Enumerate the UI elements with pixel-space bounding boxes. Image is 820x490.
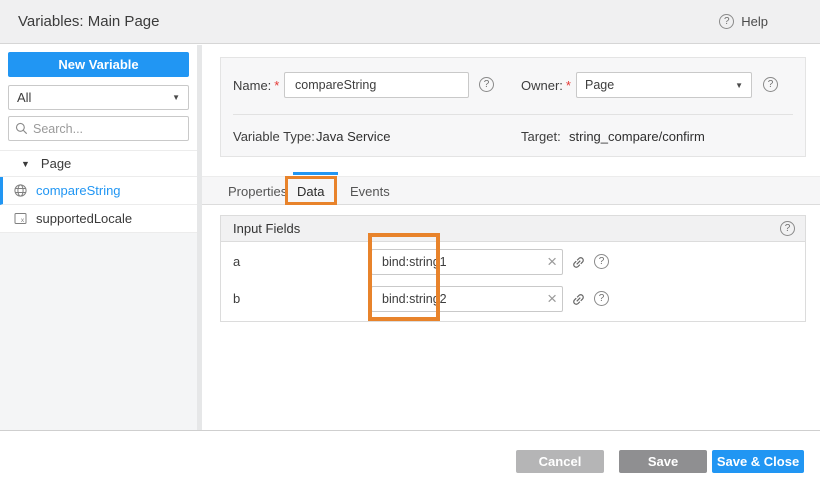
page-title: Variables: Main Page — [18, 0, 159, 44]
variable-detail-panel: Name:* ? Owner:* Page ▼ ? Variable Type:… — [202, 45, 820, 431]
name-input[interactable] — [284, 72, 469, 98]
cancel-button[interactable]: Cancel — [516, 450, 604, 473]
input-field-row-a: a × ? — [221, 249, 805, 275]
input-fields-header: Input Fields ? — [221, 216, 805, 242]
search-box[interactable] — [8, 116, 189, 141]
java-service-icon — [14, 184, 27, 197]
bind-link-icon[interactable] — [571, 255, 586, 270]
variables-dialog: Variables: Main Page ? Help New Variable… — [0, 0, 820, 490]
tab-bar: Properties Data Events — [202, 176, 820, 205]
field-label: b — [233, 286, 240, 312]
owner-select[interactable]: Page ▼ — [576, 72, 752, 98]
tab-data[interactable]: Data — [297, 177, 324, 206]
field-a-bind-input[interactable] — [371, 249, 563, 275]
variables-sidebar: New Variable All ▼ ▼ Page compareString … — [0, 45, 197, 431]
search-input[interactable] — [33, 122, 173, 136]
target-label: Target: — [521, 129, 561, 144]
owner-help-icon[interactable]: ? — [763, 77, 778, 92]
tree-group-label: Page — [41, 156, 71, 171]
required-asterisk: * — [566, 78, 571, 93]
dialog-footer: Cancel Save Save & Close — [0, 430, 820, 490]
owner-label: Owner:* — [521, 78, 571, 93]
tree-item-label: supportedLocale — [36, 211, 132, 226]
tree-item-supportedlocale[interactable]: x supportedLocale — [0, 205, 197, 233]
help-button[interactable]: ? Help — [719, 14, 768, 29]
filter-selected-value: All — [17, 90, 31, 105]
owner-selected-value: Page — [585, 78, 614, 92]
variable-summary-card: Name:* ? Owner:* Page ▼ ? Variable Type:… — [220, 57, 806, 157]
variable-type-value: Java Service — [316, 129, 390, 144]
field-label: a — [233, 249, 240, 275]
tab-properties[interactable]: Properties — [228, 177, 287, 206]
input-field-row-b: b × ? — [221, 286, 805, 312]
tree-group-page[interactable]: ▼ Page — [0, 150, 197, 177]
save-button[interactable]: Save — [619, 450, 707, 473]
variable-filter-select[interactable]: All ▼ — [8, 85, 189, 110]
help-label: Help — [741, 14, 768, 29]
field-b-bind-input[interactable] — [371, 286, 563, 312]
active-tab-indicator — [293, 172, 338, 175]
input-fields-help-icon[interactable]: ? — [780, 221, 795, 236]
help-icon: ? — [719, 14, 734, 29]
svg-text:x: x — [21, 217, 25, 224]
tab-events[interactable]: Events — [350, 177, 390, 206]
input-fields-title: Input Fields — [233, 216, 300, 242]
bind-link-icon[interactable] — [571, 292, 586, 307]
dialog-header: Variables: Main Page ? Help — [0, 0, 820, 44]
variable-document-icon: x — [14, 212, 27, 225]
field-a-help-icon[interactable]: ? — [594, 254, 609, 269]
input-fields-section: Input Fields ? a × ? b × — [220, 215, 806, 322]
save-and-close-button[interactable]: Save & Close — [712, 450, 804, 473]
name-label: Name:* — [233, 78, 279, 93]
target-value: string_compare/confirm — [569, 129, 705, 144]
tree-item-label: compareString — [36, 183, 121, 198]
card-divider — [233, 114, 793, 115]
chevron-down-icon: ▼ — [735, 81, 743, 90]
clear-icon[interactable]: × — [547, 250, 557, 274]
new-variable-button[interactable]: New Variable — [8, 52, 189, 77]
field-b-help-icon[interactable]: ? — [594, 291, 609, 306]
tree-expander-icon[interactable]: ▼ — [21, 159, 30, 169]
required-asterisk: * — [274, 78, 279, 93]
variable-type-label: Variable Type: — [233, 129, 315, 144]
tree-item-comparestring[interactable]: compareString — [0, 177, 197, 205]
search-icon — [15, 122, 28, 135]
clear-icon[interactable]: × — [547, 287, 557, 311]
name-help-icon[interactable]: ? — [479, 77, 494, 92]
chevron-down-icon: ▼ — [172, 93, 180, 102]
